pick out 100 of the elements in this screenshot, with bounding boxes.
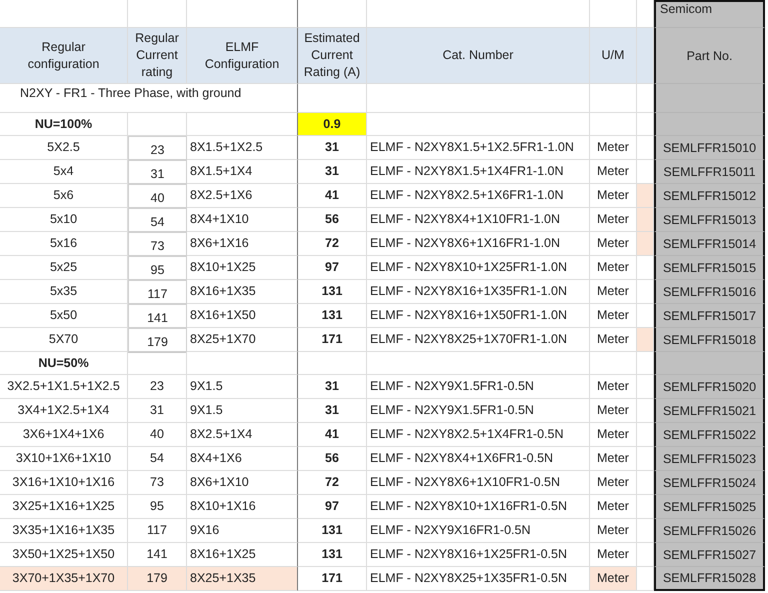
table-cell: 117 [128,280,187,304]
table-cell: 131 [298,543,367,567]
table-cell: ELMF - N2XY8X16+1X35FR1-1.0N [367,280,590,304]
table-cell: 72 [298,232,367,256]
table-cell: 141 [128,304,187,328]
table-cell: 95 [128,256,187,280]
table-cell: ELMF - N2XY8X2.5+1X6FR1-1.0N [367,184,590,208]
table-cell: 179 [128,328,187,352]
table-cell: Meter [590,495,637,519]
table-cell: Meter [590,256,637,280]
table-cell: 56 [298,208,367,232]
table-cell: 8X2.5+1X4 [187,423,298,447]
table-cell: Meter [590,423,637,447]
table-cell: 5x35 [0,280,128,304]
empty-cell [590,113,637,136]
factor-cell: 0.9 [298,113,367,136]
table-cell: 54 [128,447,187,471]
table-cell: SEMLFFR15013 [654,208,765,232]
table-cell: 5x10 [0,208,128,232]
table-cell: 31 [298,375,367,399]
table-cell: SEMLFFR15022 [654,423,765,447]
table-cell: ELMF - N2XY8X10+1X16FR1-0.5N [367,495,590,519]
table-cell: ELMF - N2XY8X1.5+1X2.5FR1-1.0N [367,136,590,160]
table-cell: ELMF - N2XY8X6+1X16FR1-1.0N [367,232,590,256]
empty-cell [590,84,637,113]
table-cell: 40 [128,184,187,208]
group-label: NU=50% [0,352,128,375]
table-cell: 3X25+1X16+1X25 [0,495,128,519]
table-cell: ELMF - N2XY8X2.5+1X4FR1-0.5N [367,423,590,447]
table-cell: SEMLFFR15024 [654,471,765,495]
table-cell: 40 [128,423,187,447]
table-cell: SEMLFFR15027 [654,543,765,567]
table-cell: ELMF - N2XY8X6+1X10FR1-0.5N [367,471,590,495]
table-cell: 31 [128,160,187,184]
table-cell: ELMF - N2XY9X1.5FR1-0.5N [367,375,590,399]
table-cell: Meter [590,375,637,399]
section-title: N2XY - FR1 - Three Phase, with ground [0,84,298,113]
empty-cell [128,113,187,136]
table-cell: 8X1.5+1X4 [187,160,298,184]
table-cell: 8X4+1X10 [187,208,298,232]
table-cell: SEMLFFR15016 [654,280,765,304]
table-cell: 23 [128,375,187,399]
table-cell: Meter [590,160,637,184]
table-cell: ELMF - N2XY8X16+1X50FR1-1.0N [367,304,590,328]
table-cell: Meter [590,519,637,543]
column-header: Regular Current rating [128,28,187,84]
table-cell: 9X1.5 [187,375,298,399]
table-cell: 8X25+1X70 [187,328,298,352]
group-heading: Semicom [654,0,765,28]
group-label: NU=100% [0,113,128,136]
table-cell: ELMF - N2XY8X4+1X6FR1-0.5N [367,447,590,471]
table-cell: SEMLFFR15012 [654,184,765,208]
column-header: Estimated Current Rating (A) [298,28,367,84]
table-cell: SEMLFFR15014 [654,232,765,256]
column-header: U/M [590,28,637,84]
table-cell: 8X1.5+1X2.5 [187,136,298,160]
table-cell: 8X16+1X50 [187,304,298,328]
table-cell: 72 [298,471,367,495]
table-cell: 131 [298,519,367,543]
table-cell: 95 [128,495,187,519]
table-cell: 5X2.5 [0,136,128,160]
table-cell: 41 [298,423,367,447]
table-cell: SEMLFFR15023 [654,447,765,471]
table-cell: 3X4+1X2.5+1X4 [0,399,128,423]
table-cell: Meter [590,136,637,160]
table-cell: 3X70+1X35+1X70 [0,567,128,591]
table-cell: 171 [298,328,367,352]
table-cell: 56 [298,447,367,471]
empty-cell [590,352,637,375]
table-cell: 131 [298,304,367,328]
table-cell: SEMLFFR15025 [654,495,765,519]
table-cell: ELMF - N2XY8X1.5+1X4FR1-1.0N [367,160,590,184]
table-cell: 5x25 [0,256,128,280]
table-cell: Meter [590,304,637,328]
table-cell: ELMF - N2XY9X1.5FR1-0.5N [367,399,590,423]
empty-cell [128,352,187,375]
table-cell: 41 [298,184,367,208]
table-cell: 8X25+1X35 [187,567,298,591]
table-cell: ELMF - N2XY8X4+1X10FR1-1.0N [367,208,590,232]
table-cell: 171 [298,567,367,591]
table-cell: 3X16+1X10+1X16 [0,471,128,495]
table-cell: ELMF - N2XY8X16+1X25FR1-0.5N [367,543,590,567]
column-header: Part No. [654,28,765,84]
empty-cell [298,352,367,375]
table-cell: 73 [128,471,187,495]
table-cell: SEMLFFR15021 [654,399,765,423]
table-cell: 97 [298,256,367,280]
table-cell: 8X6+1X16 [187,232,298,256]
table-cell: SEMLFFR15010 [654,136,765,160]
column-header: ELMF Configuration [187,28,298,84]
table-cell: 3X6+1X4+1X6 [0,423,128,447]
table-cell: 9X1.5 [187,399,298,423]
table-cell: 8X10+1X25 [187,256,298,280]
table-cell: Meter [590,567,637,591]
table-cell: 31 [298,399,367,423]
table-cell: 117 [128,519,187,543]
table-cell: 31 [298,160,367,184]
table-cell: SEMLFFR15026 [654,519,765,543]
table-cell: 23 [128,136,187,160]
table-cell: 8X16+1X35 [187,280,298,304]
